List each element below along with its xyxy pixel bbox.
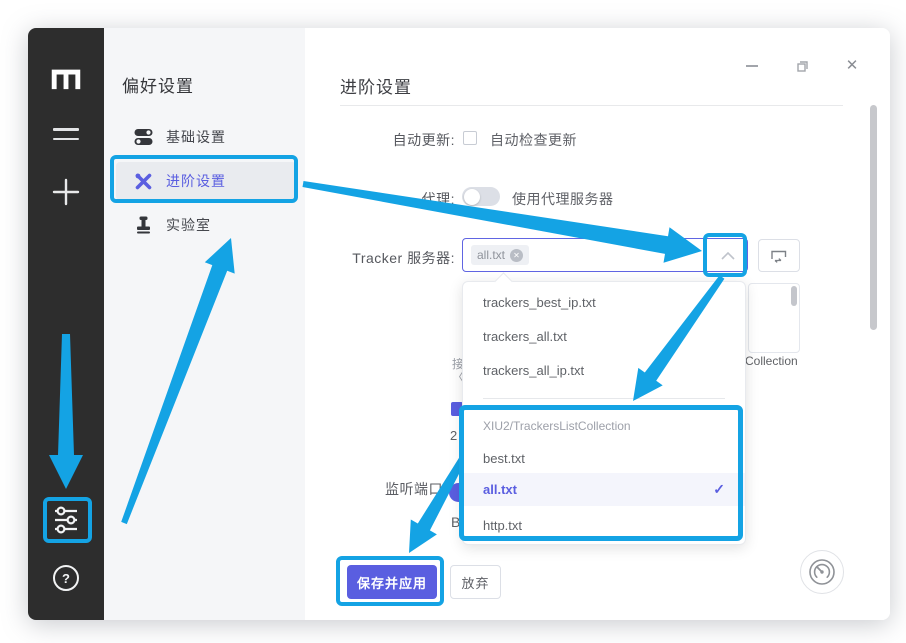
window-controls: ✕ <box>700 54 890 78</box>
save-and-apply-button[interactable]: 保存并应用 <box>347 565 437 599</box>
close-button[interactable]: ✕ <box>844 58 860 74</box>
proxy-option-label: 使用代理服务器 <box>512 189 614 209</box>
discard-button[interactable]: 放弃 <box>450 565 501 599</box>
task-list-icon[interactable] <box>53 128 79 147</box>
minimize-icon <box>746 65 758 67</box>
preferences-panel: 偏好设置 基础设置 <box>104 28 305 620</box>
app-sidebar: ? <box>28 28 104 620</box>
tracker-dropdown: trackers_best_ip.txt trackers_all.txt tr… <box>462 281 746 545</box>
speed-gauge-button[interactable] <box>800 550 844 594</box>
maximize-button[interactable] <box>794 58 810 74</box>
auto-update-label: 自动更新: <box>305 130 455 150</box>
crossed-tools-icon <box>133 171 153 191</box>
page-scrollbar[interactable] <box>870 105 877 330</box>
selected-item-label: all.txt <box>483 482 517 497</box>
screenshot-root: ✕ ? 偏好设置 <box>0 0 906 643</box>
add-task-icon[interactable] <box>52 178 80 206</box>
tracker-select[interactable]: all.txt ✕ <box>462 238 748 272</box>
maximize-icon <box>796 60 809 73</box>
preferences-title: 偏好设置 <box>122 72 194 97</box>
menu-item-label: 实验室 <box>166 215 211 235</box>
menu-item-lab[interactable]: 实验室 <box>104 206 304 244</box>
dropdown-item[interactable]: best.txt <box>463 441 745 475</box>
occluded-number-fragment: 2 <box>450 428 457 443</box>
listen-port-label: 监听端口 <box>385 479 443 499</box>
title-divider <box>340 105 843 106</box>
app-window: ✕ ? 偏好设置 <box>28 28 890 620</box>
help-glyph: ? <box>62 571 70 586</box>
close-icon: ✕ <box>846 58 859 74</box>
tag-close-icon[interactable]: ✕ <box>510 249 523 262</box>
dropdown-item[interactable]: trackers_all.txt <box>463 319 745 353</box>
dropdown-item-selected[interactable]: all.txt ✓ <box>463 473 745 506</box>
tracker-tag-label: all.txt <box>477 248 505 262</box>
help-icon[interactable]: ? <box>53 565 79 591</box>
dropdown-item[interactable]: trackers_all_ip.txt <box>463 353 745 387</box>
menu-item-basic-settings[interactable]: 基础设置 <box>104 118 304 156</box>
menu-item-label: 基础设置 <box>166 127 226 147</box>
auto-update-option-label[interactable]: 自动检查更新 <box>490 130 577 150</box>
speedometer-icon <box>807 557 837 587</box>
preferences-sliders-icon[interactable] <box>53 505 79 535</box>
stamp-icon <box>133 215 153 235</box>
check-icon: ✓ <box>713 481 725 498</box>
motrix-logo-icon <box>51 68 81 90</box>
auto-update-checkbox[interactable] <box>463 131 477 145</box>
chevron-up-icon[interactable] <box>721 252 735 260</box>
tracker-tag: all.txt ✕ <box>471 245 529 265</box>
dropdown-item[interactable]: trackers_best_ip.txt <box>463 285 745 319</box>
menu-item-advanced-settings[interactable]: 进阶设置 <box>104 162 304 200</box>
page-title: 进阶设置 <box>340 73 412 98</box>
proxy-toggle[interactable] <box>462 187 500 206</box>
occluded-text-fragment: 接〈 <box>452 358 462 386</box>
textarea-scrollbar[interactable] <box>791 286 797 306</box>
menu-item-label: 进阶设置 <box>166 171 226 191</box>
collection-link-fragment[interactable]: Collection <box>745 354 798 368</box>
tracker-textarea-fragment[interactable] <box>748 283 800 353</box>
minimize-button[interactable] <box>744 58 760 74</box>
toggle-knob <box>464 189 480 205</box>
sync-trackers-button[interactable] <box>758 239 800 272</box>
toggles-icon <box>133 127 153 147</box>
sync-trackers-icon <box>770 248 788 264</box>
dropdown-group-label: XIU2/TrackersListCollection <box>463 412 745 440</box>
dropdown-divider <box>483 398 725 399</box>
tracker-label: Tracker 服务器: <box>305 248 455 268</box>
proxy-label: 代理: <box>305 189 455 209</box>
occluded-letter-fragment: B <box>451 514 460 530</box>
dropdown-item[interactable]: http.txt <box>463 508 745 542</box>
